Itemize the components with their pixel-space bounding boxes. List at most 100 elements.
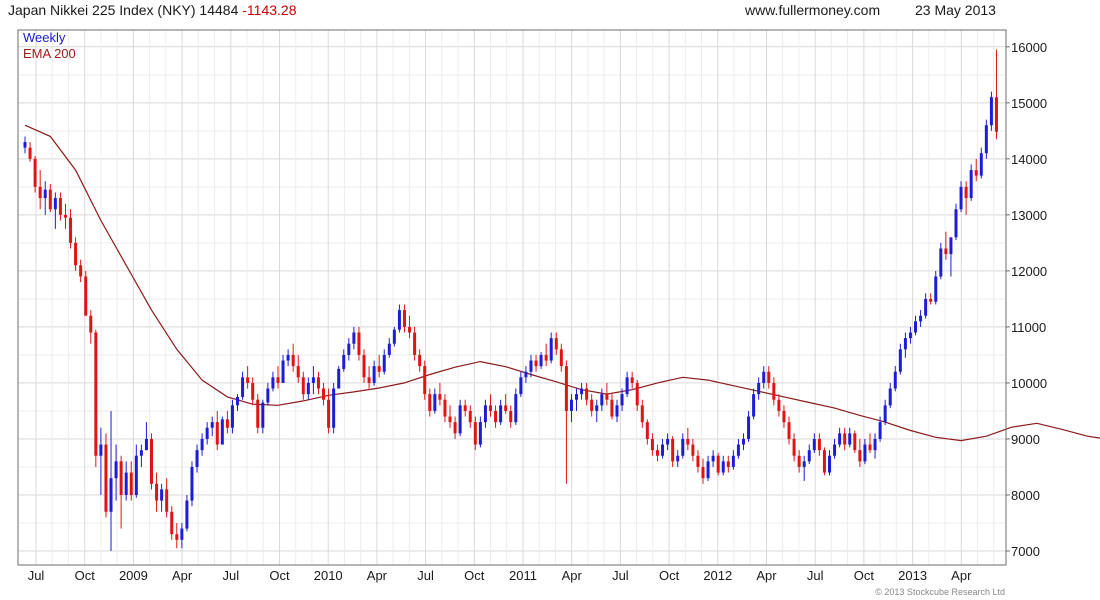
candle-body: [843, 433, 847, 445]
candle-down: [691, 438, 695, 462]
candle-body: [777, 399, 781, 411]
candle-body: [554, 338, 558, 350]
candle-up: [286, 349, 290, 367]
candle-down: [696, 450, 700, 473]
candle-body: [468, 410, 472, 423]
candle-down: [322, 382, 326, 406]
candle-body: [322, 388, 326, 400]
candle-down: [256, 394, 260, 434]
candle-body: [666, 438, 670, 445]
candle-body: [180, 528, 184, 540]
candle-up: [888, 382, 892, 409]
candle-body: [225, 419, 229, 428]
candle-down: [509, 405, 513, 428]
x-tick-label: Jul: [417, 568, 434, 583]
candle-down: [149, 433, 153, 490]
candle-down: [463, 399, 467, 417]
candle-down: [640, 399, 644, 428]
candle-body: [220, 419, 224, 445]
candle-body: [787, 422, 791, 439]
candle-up: [838, 427, 842, 448]
candle-body: [160, 489, 164, 501]
candle-down: [104, 433, 108, 518]
candle-down: [494, 405, 498, 428]
candle-body: [645, 422, 649, 439]
candle-body: [210, 422, 214, 428]
candle-up: [205, 422, 209, 445]
candle-up: [741, 433, 745, 451]
candle-down: [655, 444, 659, 462]
candle-up: [519, 371, 523, 397]
candle-body: [661, 444, 665, 456]
candle-down: [453, 416, 457, 439]
candle-up: [661, 438, 665, 459]
candle-down: [377, 354, 381, 378]
candle-body: [691, 444, 695, 456]
candle-body: [443, 399, 447, 417]
candle-body: [681, 438, 685, 456]
candle-up: [919, 310, 923, 327]
x-tick-label: Apr: [756, 568, 777, 583]
candle-body: [402, 310, 406, 327]
candle-body: [357, 332, 361, 355]
candle-down: [296, 354, 300, 383]
candle-body: [367, 377, 371, 383]
candle-down: [443, 394, 447, 423]
candle-down: [155, 472, 159, 512]
x-tick-label: Jul: [222, 568, 239, 583]
candle-up: [372, 360, 376, 386]
candle-down: [423, 360, 427, 400]
x-tick-label: 2012: [703, 568, 732, 583]
candle-up: [160, 483, 164, 512]
candle-down: [817, 433, 821, 456]
candle-body: [332, 388, 336, 428]
candle-body: [954, 209, 958, 238]
candle-up: [807, 444, 811, 465]
candle-up: [53, 192, 57, 229]
legend-ema: EMA 200: [23, 46, 76, 61]
candle-body: [119, 461, 123, 495]
price-change: -1143.28: [242, 2, 296, 18]
candle-up: [514, 388, 518, 425]
x-tick-label: Jul: [807, 568, 824, 583]
candle-body: [762, 371, 766, 383]
candle-body: [564, 366, 568, 411]
candle-body: [605, 394, 609, 400]
candle-up: [210, 416, 214, 437]
candle-body: [448, 416, 452, 423]
candle-down: [559, 343, 563, 372]
candle-up: [43, 181, 47, 215]
ema-200-line: [24, 124, 1100, 442]
index-name: Japan Nikkei 225 Index (NKY) 14484: [8, 2, 239, 18]
candle-up: [757, 377, 761, 400]
candle-body: [822, 450, 826, 473]
y-axis: 7000 8000 9000 10000 11000 12000 13000 14000 150…: [1006, 40, 1047, 559]
candle-up: [271, 371, 275, 392]
candle-body: [236, 396, 240, 406]
candle-body: [74, 242, 78, 266]
candle-body: [575, 394, 579, 400]
candle-down: [418, 349, 422, 372]
candle-body: [38, 186, 42, 199]
candle-body: [848, 433, 852, 445]
candle-down: [564, 360, 568, 484]
candle-body: [43, 189, 47, 199]
candle-body: [109, 478, 113, 512]
candle-body: [494, 410, 498, 423]
candle-up: [681, 433, 685, 459]
candle-up: [433, 388, 437, 414]
candle-body: [478, 422, 482, 445]
candle-body: [149, 438, 153, 484]
y-tick-label: 8000: [1011, 488, 1040, 503]
candle-up: [848, 427, 852, 448]
candle-up: [969, 164, 973, 201]
candle-up: [200, 433, 204, 456]
candle-body: [63, 214, 67, 218]
candle-body: [205, 427, 209, 439]
candle-down: [291, 343, 295, 372]
y-tick-label: 13000: [1011, 208, 1047, 223]
candle-body: [802, 461, 806, 467]
candle-body: [327, 399, 331, 428]
candle-body: [215, 422, 219, 445]
x-tick-label: Jul: [28, 568, 45, 583]
